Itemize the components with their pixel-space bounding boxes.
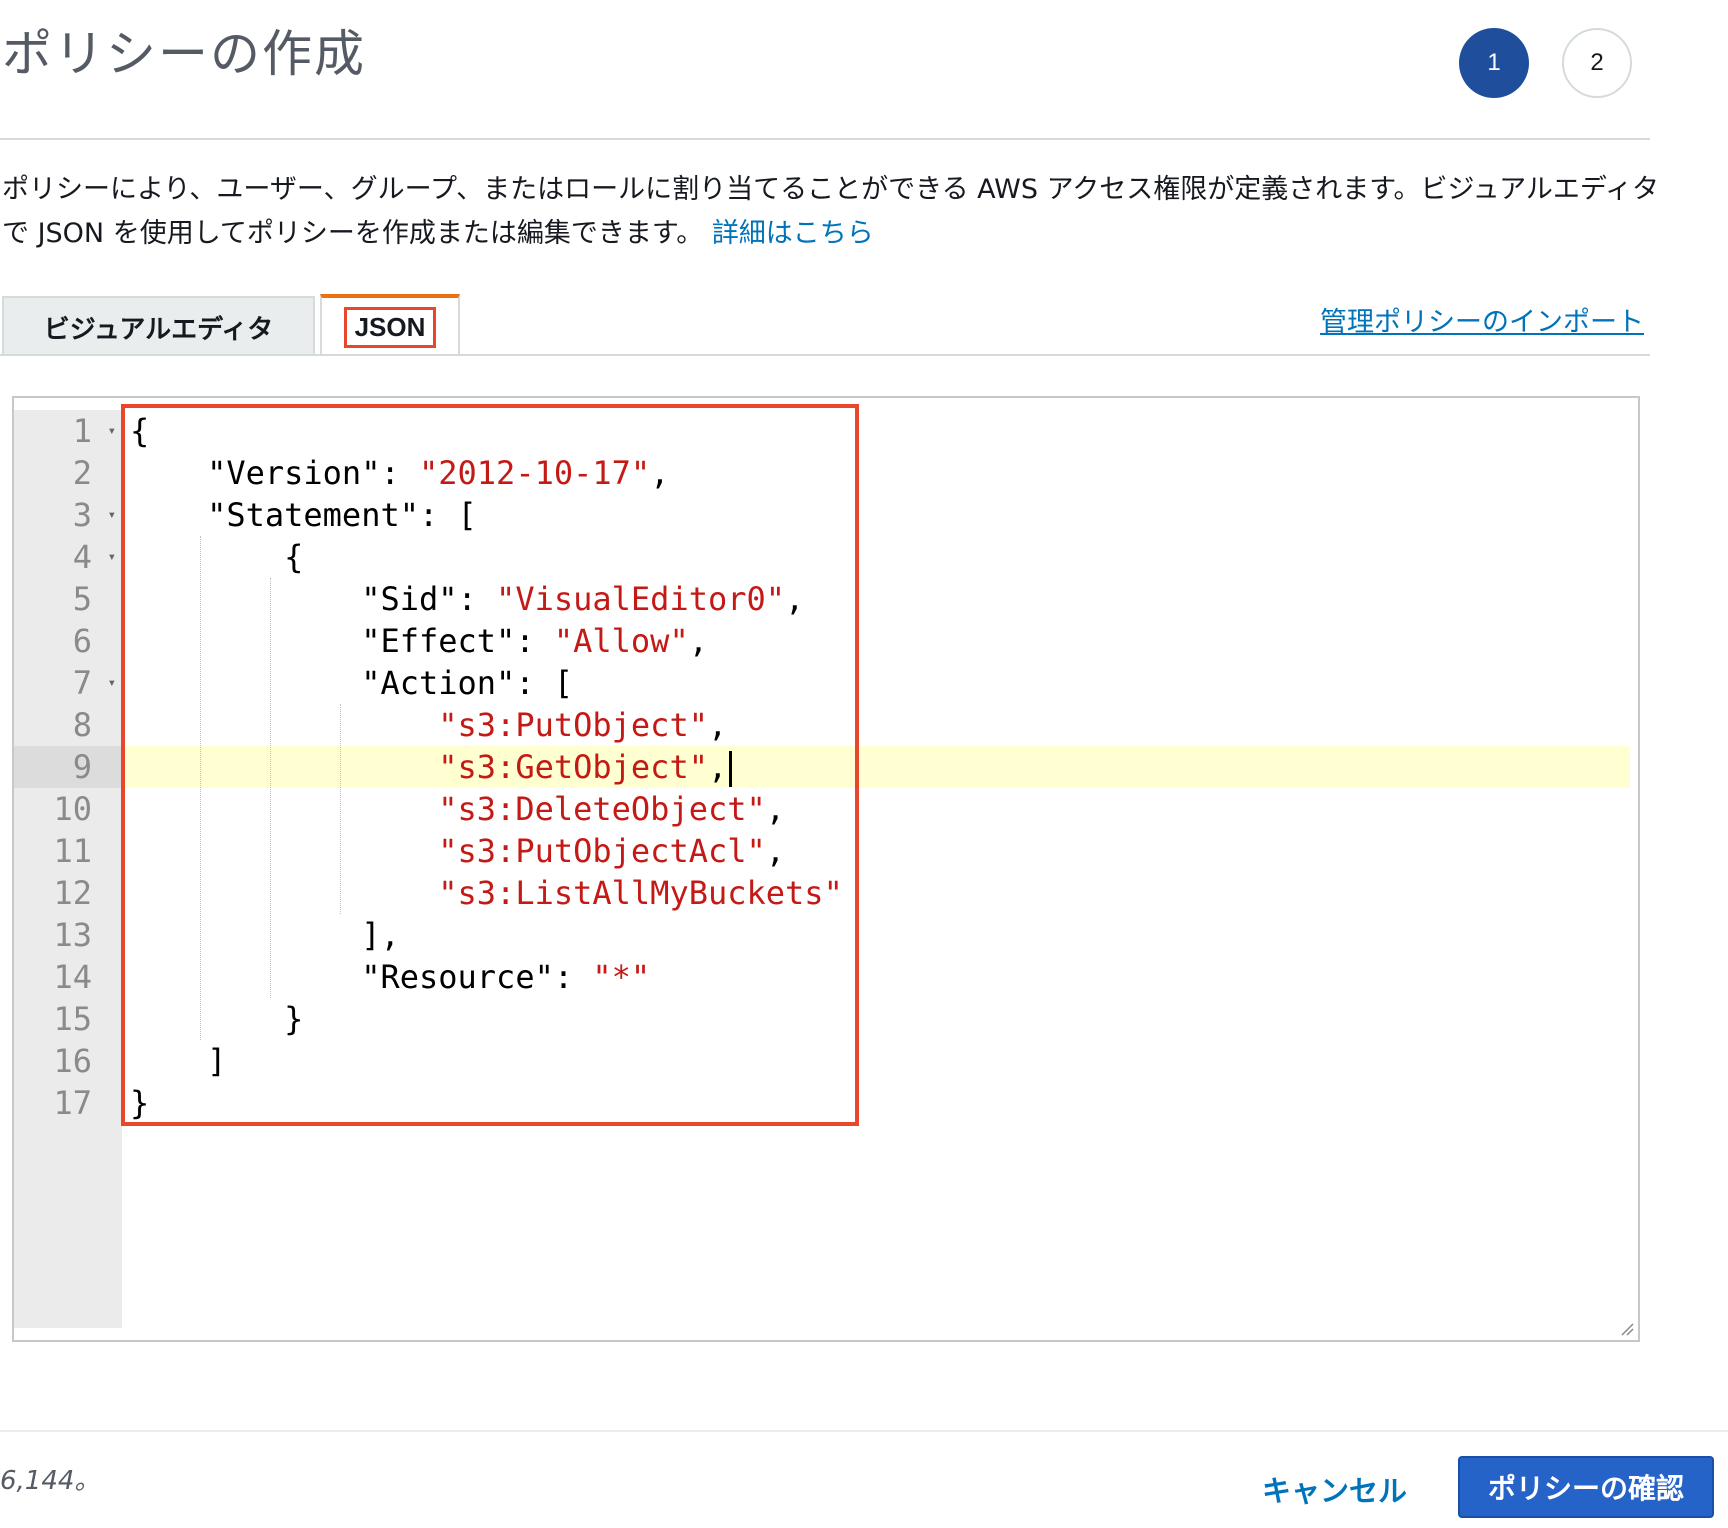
learn-more-link[interactable]: 詳細はこちら — [712, 218, 874, 249]
page-title: ポリシーの作成 — [2, 25, 366, 83]
line-number: 17 — [53, 1084, 92, 1122]
wizard-step-2[interactable]: 2 — [1562, 28, 1632, 98]
line-number: 16 — [53, 1042, 92, 1080]
line-number: 13 — [53, 916, 92, 954]
cancel-button[interactable]: キャンセル — [1262, 1468, 1407, 1510]
resize-handle-icon[interactable] — [1620, 1322, 1634, 1336]
line-number: 14 — [53, 958, 92, 996]
line-number: 5 — [72, 580, 92, 618]
fold-arrow-icon[interactable]: ▾ — [108, 410, 116, 452]
line-number: 3 ▾ — [72, 494, 116, 536]
json-highlight-annotation — [121, 404, 859, 1126]
fold-arrow-icon[interactable]: ▾ — [108, 494, 116, 536]
line-number: 11 — [53, 832, 92, 870]
line-number: 9 — [14, 746, 122, 788]
fold-arrow-icon[interactable]: ▾ — [108, 536, 116, 578]
import-managed-policy-link[interactable]: 管理ポリシーのインポート — [1320, 300, 1644, 339]
tab-json-label: JSON — [343, 306, 437, 348]
wizard-step-1[interactable]: 1 — [1459, 28, 1529, 98]
tab-visual-editor[interactable]: ビジュアルエディタ — [2, 296, 315, 356]
tab-json[interactable]: JSON — [320, 294, 460, 356]
line-number: 15 — [53, 1000, 92, 1038]
line-number: 10 — [53, 790, 92, 828]
footer-divider — [0, 1430, 1728, 1432]
character-count: 6,144。 — [0, 1466, 101, 1496]
title-divider — [0, 138, 1650, 140]
line-number: 8 — [72, 706, 92, 744]
tab-divider — [0, 354, 1650, 356]
line-number: 2 — [72, 454, 92, 492]
line-number: 6 — [72, 622, 92, 660]
line-number: 1 ▾ — [72, 410, 116, 452]
line-number: 7 ▾ — [72, 662, 116, 704]
tab-visual-editor-label: ビジュアルエディタ — [43, 314, 274, 345]
fold-arrow-icon[interactable]: ▾ — [108, 662, 116, 704]
review-policy-button[interactable]: ポリシーの確認 — [1458, 1456, 1714, 1518]
line-number: 4 ▾ — [72, 536, 116, 578]
line-number: 12 — [53, 874, 92, 912]
page-description: ポリシーにより、ユーザー、グループ、またはロールに割り当てることができる AWS… — [2, 168, 1662, 256]
line-number-gutter: 1 ▾ 2 3 ▾ 4 ▾ 5 6 7 ▾ 8 9 10 11 12 13 14 15 16 17 — [14, 410, 122, 1328]
